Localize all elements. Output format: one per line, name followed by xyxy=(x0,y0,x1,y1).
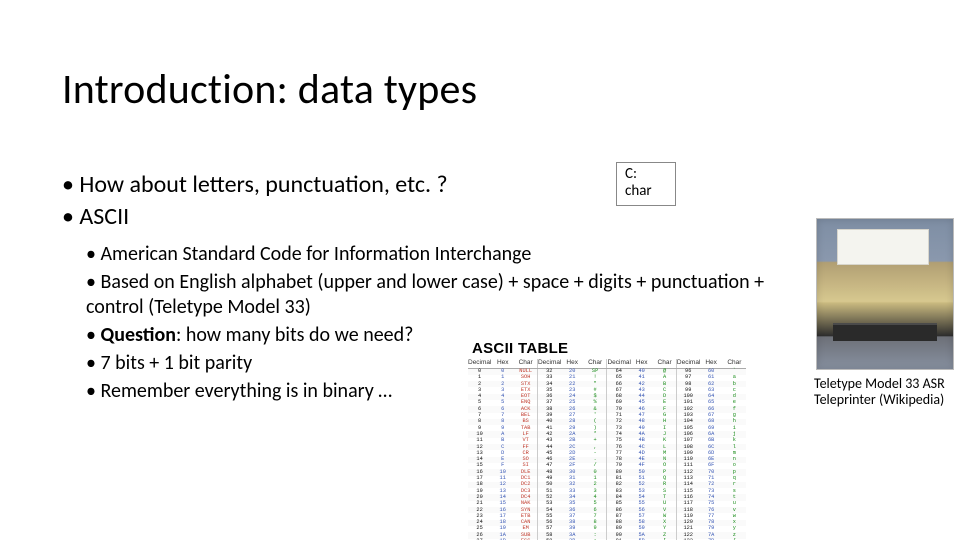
ascii-th: Char xyxy=(653,359,676,368)
photo-caption: Teletype Model 33 ASR Teleprinter (Wikip… xyxy=(810,376,960,408)
ascii-th: Char xyxy=(514,359,537,368)
slide-title: Introduction: data types xyxy=(62,64,477,115)
ascii-th: Hex xyxy=(491,359,514,368)
emphasis: Question xyxy=(100,323,175,347)
ascii-table: DecimalHexCharDecimalHexCharDecimalHexCh… xyxy=(468,359,746,540)
ascii-th: Hex xyxy=(561,359,584,368)
teletype-photo xyxy=(816,218,954,370)
ascii-th: Hex xyxy=(700,359,723,368)
ascii-table-title: ASCII TABLE xyxy=(472,340,748,357)
ascii-th: Char xyxy=(723,359,746,368)
caption-line: Teleprinter (Wikipedia) xyxy=(814,392,960,408)
caption-line: Teletype Model 33 ASR xyxy=(814,376,960,392)
ascii-th: Decimal xyxy=(676,359,699,368)
ascii-th: Char xyxy=(584,359,607,368)
ascii-th: Hex xyxy=(630,359,653,368)
ascii-th: Decimal xyxy=(607,359,630,368)
bullet-l2-rest: : how many bits do we need? xyxy=(176,323,413,347)
c-box-line2: char xyxy=(625,183,669,200)
ascii-th: Decimal xyxy=(537,359,560,368)
c-box-line1: C: xyxy=(625,166,669,183)
bullet-l2: American Standard Code for Information I… xyxy=(86,242,802,267)
bullet-l1: How about letters, punctuation, etc. ? xyxy=(62,170,802,200)
ascii-th: Decimal xyxy=(468,359,491,368)
bullet-l2: Based on English alphabet (upper and low… xyxy=(86,270,802,320)
c-type-callout: C: char xyxy=(616,162,676,206)
ascii-table-figure: ASCII TABLE DecimalHexCharDecimalHexChar… xyxy=(468,340,748,540)
teletype-figure: Teletype Model 33 ASR Teleprinter (Wikip… xyxy=(810,218,960,408)
bullet-l1: ASCII xyxy=(62,202,802,232)
ascii-row: 00NULL3220SP6440@9660` xyxy=(468,368,746,375)
slide: Introduction: data types How about lette… xyxy=(0,0,960,540)
